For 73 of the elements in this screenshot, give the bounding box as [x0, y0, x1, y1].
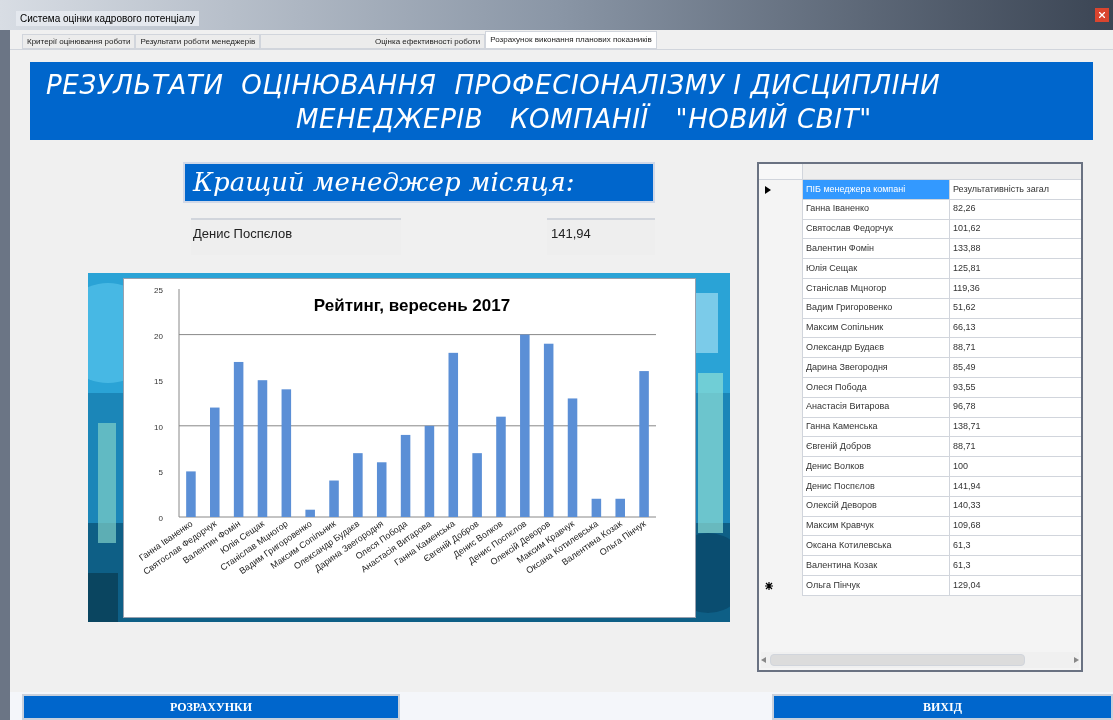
y-tick-label: 10 — [153, 422, 163, 432]
action-button[interactable]: ВИХІД — [772, 694, 1113, 720]
table-cell: 66,13 — [950, 318, 1081, 339]
table-cell: Ольга Пінчук — [803, 575, 950, 596]
table-cell: Дарина Звегородня — [803, 358, 950, 378]
chart-bar — [591, 498, 601, 517]
table-cell: 61,3 — [950, 556, 1081, 576]
table-cell: Денис Поспєлов — [803, 476, 950, 497]
chart-bar — [328, 480, 339, 517]
banner-subtitle: МЕНЕДЖЕРІВ КОМПАНІЇ "НОВИЙ СВІТ" — [295, 102, 873, 136]
table-cell: 109,68 — [950, 516, 1081, 537]
table-cell: 133,88 — [950, 239, 1081, 260]
horizontal-scrollbar[interactable] — [761, 652, 1079, 668]
table-cell: 125,81 — [950, 259, 1081, 279]
chart-title: Рейтинг, вересень 2017 — [313, 295, 510, 315]
table-cell: ПІБ менеджера компані — [803, 180, 950, 200]
table-cell: Олексій Деворов — [803, 496, 950, 517]
table-cell: 88,71 — [950, 437, 1081, 458]
window-title: Система оцінки кадрового потенціалу — [16, 11, 200, 26]
best-manager-heading: Кращий менеджер місяця: — [183, 162, 655, 203]
table-cell: Ганна Каменська — [803, 417, 950, 438]
chart-bar — [352, 452, 363, 517]
scroll-left-icon[interactable] — [761, 657, 766, 663]
table-cell: Євгеній Добров — [803, 437, 950, 458]
table-cell: Ганна Іваненко — [803, 199, 950, 220]
close-icon — [1099, 12, 1105, 18]
close-button[interactable] — [1095, 8, 1109, 22]
tab[interactable]: Результати роботи менеджерів — [135, 34, 261, 49]
table-cell: 88,71 — [950, 338, 1081, 359]
table-cell: 140,33 — [950, 496, 1081, 517]
y-tick-label: 0 — [158, 513, 163, 523]
table-cell: 119,36 — [950, 279, 1081, 299]
chart-bar — [376, 461, 386, 517]
y-tick-label: 5 — [158, 467, 163, 477]
table-cell: 141,94 — [950, 476, 1081, 497]
table-cell: Валентин Фомін — [803, 239, 950, 260]
table-cell: 82,26 — [950, 199, 1081, 220]
table-cell: Олеся Побода — [803, 377, 950, 398]
table-cell: Максим Кравчук — [803, 516, 950, 537]
table-cell: Анастасія Витарова — [803, 397, 950, 418]
table-cell: 96,78 — [950, 397, 1081, 418]
table-cell: 51,62 — [950, 298, 1081, 319]
chart-bar — [471, 452, 482, 517]
tab[interactable]: Розрахунок виконання планових показників — [485, 31, 657, 49]
table-cell: Денис Волков — [803, 457, 950, 477]
table-cell: 61,3 — [950, 536, 1081, 557]
table-cell: 101,62 — [950, 219, 1081, 240]
y-tick-label: 25 — [153, 285, 163, 295]
table-cell: Вадим Григоровенко — [803, 298, 950, 319]
table-cell: Максим Сопільник — [803, 318, 950, 339]
table-cell: Оксана Котилевська — [803, 536, 950, 557]
scroll-right-icon[interactable] — [1074, 657, 1079, 663]
y-tick-label: 20 — [153, 331, 163, 341]
table-cell: 138,71 — [950, 417, 1081, 438]
table-cell: Результативність загал — [950, 180, 1081, 200]
y-tick-label: 15 — [153, 376, 163, 386]
chart-bar — [614, 498, 625, 517]
table-cell: 85,49 — [950, 358, 1081, 378]
table-cell: 93,55 — [950, 377, 1081, 398]
table-cell: Станіслав Мцногор — [803, 279, 950, 299]
table-cell: Валентина Козак — [803, 556, 950, 576]
chart-bar — [185, 470, 196, 517]
tab[interactable]: Оцінка ефективності роботи — [260, 34, 486, 49]
chart-bar — [304, 509, 315, 517]
table-cell: 100 — [950, 457, 1081, 477]
banner-title: РЕЗУЛЬТАТИ ОЦІНЮВАННЯ ПРОФЕСІОНАЛІЗМУ І ДИСЦИПЛІНИ — [46, 69, 942, 102]
table-cell: 129,04 — [950, 575, 1081, 596]
table-cell: Святослав Федорчук — [803, 219, 950, 240]
tab[interactable]: Критерії оцінювання роботи — [22, 34, 136, 49]
table-cell: Юлія Сещак — [803, 259, 950, 279]
table-cell: Олександр Будаєв — [803, 338, 950, 359]
action-button[interactable]: РОЗРАХУНКИ — [22, 694, 400, 720]
scrollbar-thumb[interactable] — [770, 654, 1025, 666]
